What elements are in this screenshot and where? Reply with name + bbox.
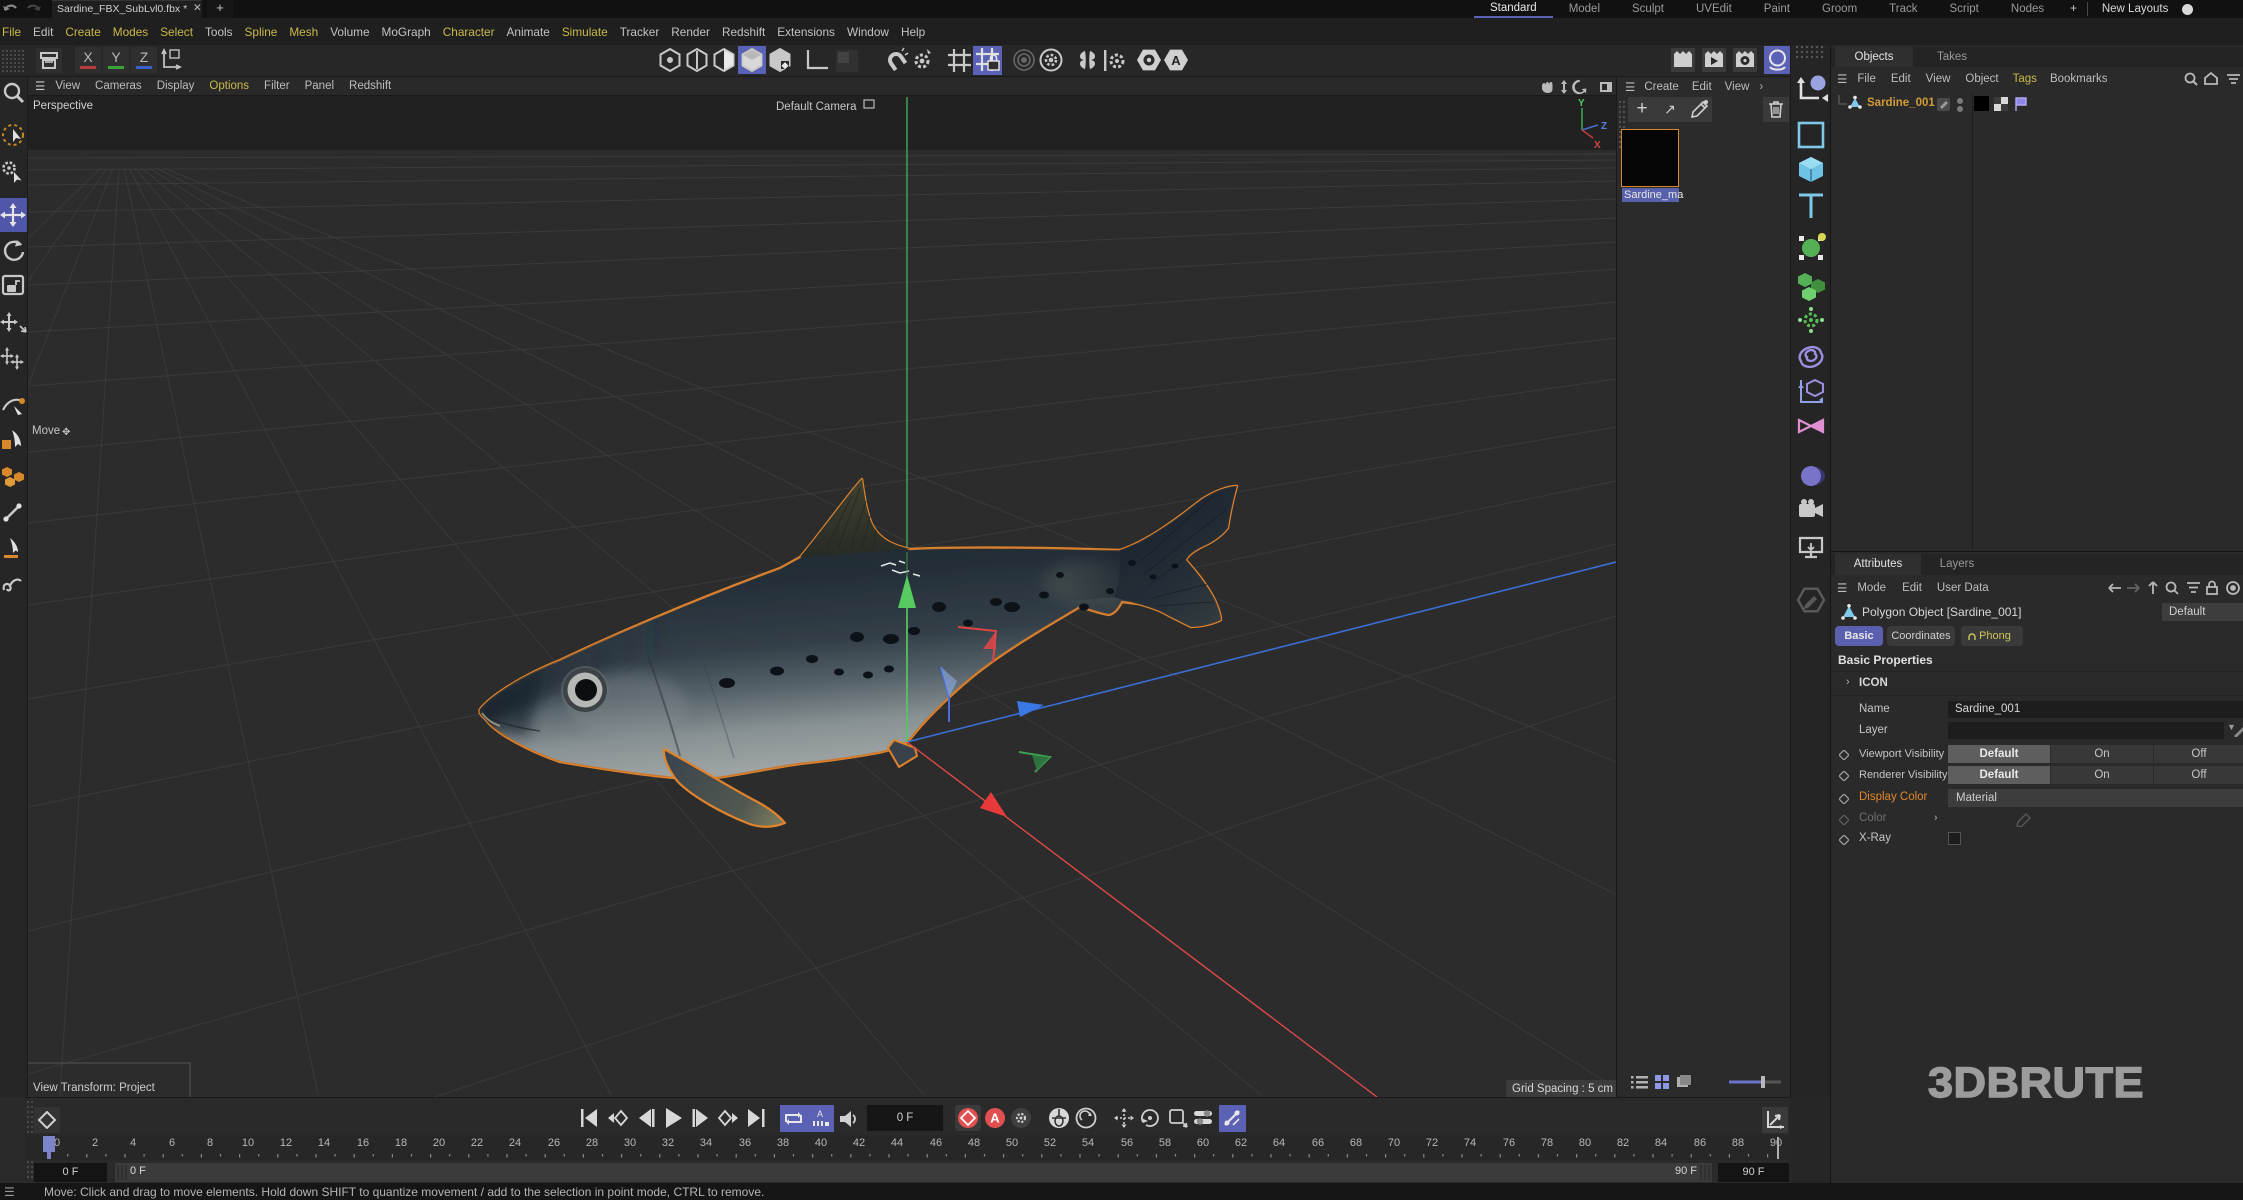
svg-text:X: X — [1594, 140, 1601, 151]
svg-text:Move: Move — [32, 425, 60, 437]
svg-text:A: A — [990, 1111, 1000, 1126]
svg-text:Z: Z — [1601, 121, 1607, 132]
svg-text:X: X — [83, 49, 93, 65]
svg-text:Y: Y — [111, 49, 121, 65]
svg-text:View Transform: Project: View Transform: Project — [33, 1082, 156, 1094]
svg-text:Y: Y — [1578, 98, 1585, 109]
svg-text:Grid Spacing : 5 cm: Grid Spacing : 5 cm — [1512, 1083, 1613, 1095]
svg-text:A: A — [817, 1109, 823, 1119]
svg-text:Z: Z — [140, 49, 149, 65]
svg-text:Default Camera: Default Camera — [776, 101, 857, 113]
svg-text:A: A — [1171, 53, 1181, 68]
svg-text:Perspective: Perspective — [33, 100, 93, 112]
svg-text:✥: ✥ — [62, 427, 70, 438]
